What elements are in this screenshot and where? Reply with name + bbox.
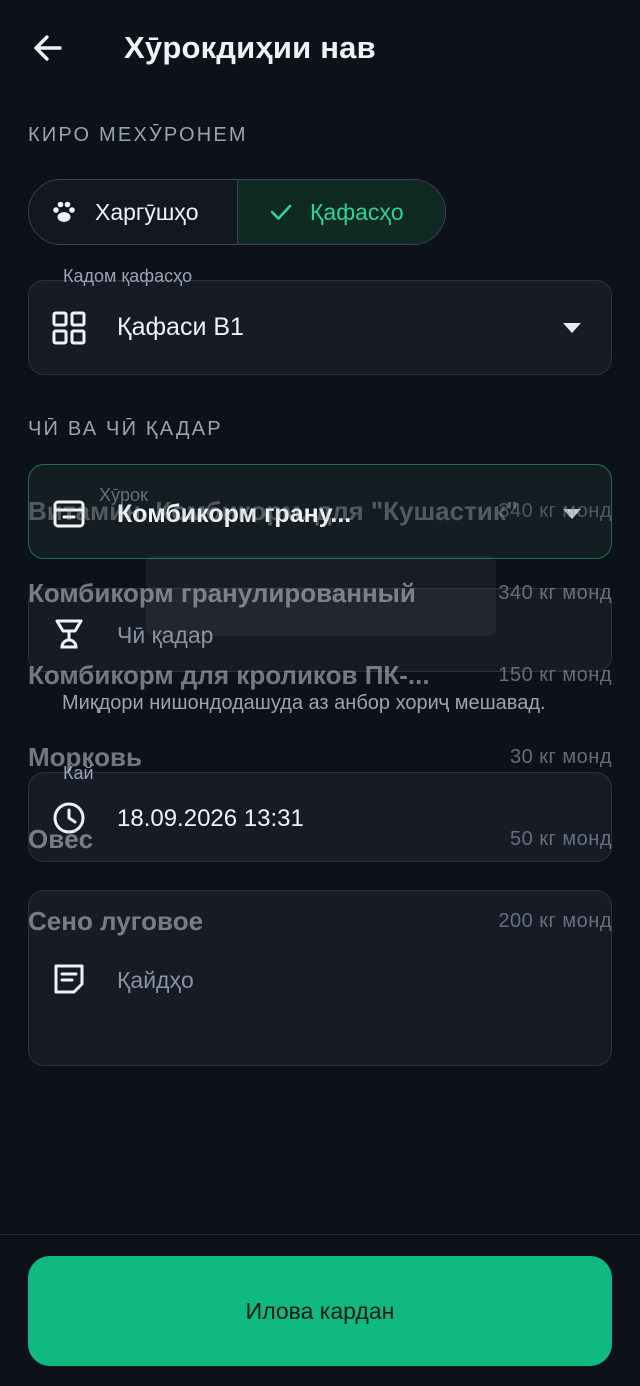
dropdown-item-qty: 30 кг монд [510, 746, 612, 768]
app-header: Хӯрокдиҳии нав [0, 0, 640, 100]
back-button[interactable] [30, 30, 66, 66]
new-feeding-screen: Хӯрокдиҳии нав КИРО МЕХӮРОНЕМ Харгӯшҳо Қ… [0, 0, 640, 1386]
cage-select-value: Қафаси B1 [117, 313, 244, 341]
quantity-placeholder: Чӣ қадар [117, 622, 214, 648]
segment-cages[interactable]: Қафасҳо [237, 180, 445, 244]
section-label-what: ЧӢ ВА ЧӢ ҚАДАР [28, 418, 223, 440]
add-button[interactable]: Илова кардан [28, 1256, 612, 1366]
dropdown-item-behind[interactable]: Витамин. Комбикорм. для "Кушастик" 340 к… [28, 496, 612, 536]
cage-select-label: Кадом қафасҳо [63, 266, 193, 286]
scale-icon [55, 619, 83, 649]
chevron-down-icon [563, 323, 581, 333]
dropdown-item[interactable]: Сено луговое 200 кг монд [28, 906, 612, 946]
grid-icon [52, 311, 86, 345]
dropdown-item-qty: 150 кг монд [498, 664, 612, 686]
segment-rabbits[interactable]: Харгӯшҳо [29, 180, 237, 244]
dropdown-item-name: Овёс [28, 824, 94, 854]
dropdown-item-qty: 200 кг монд [498, 910, 612, 932]
cage-select[interactable]: Кадом қафасҳо Қафаси B1 [28, 266, 612, 375]
dropdown-item-name: Комбикорм для кроликов ПК-... [28, 660, 430, 690]
dropdown-item-qty: 340 кг монд [498, 500, 612, 522]
check-icon [270, 204, 292, 220]
segment-cages-label: Қафасҳо [310, 198, 404, 225]
segment-rabbits-label: Харгӯшҳо [95, 198, 199, 225]
dropdown-item-name: Комбикорм гранулированный [28, 578, 416, 608]
dropdown-item-name: Витамин. Комбикорм. для "Кушастик" [28, 496, 519, 526]
page-title: Хӯрокдиҳии нав [124, 30, 376, 65]
target-segmented-control: Харгӯшҳо Қафасҳо [28, 179, 446, 245]
dropdown-item[interactable]: Морковь 30 кг монд [28, 742, 612, 782]
section-label-animals: КИРО МЕХӮРОНЕМ [28, 124, 248, 146]
arrow-left-icon [34, 35, 62, 61]
paw-icon [53, 201, 75, 222]
dropdown-item[interactable]: Комбикорм гранулированный 340 кг монд [28, 578, 612, 618]
dropdown-item[interactable]: Овёс 50 кг монд [28, 824, 612, 864]
dropdown-item-name: Сено луговое [28, 906, 204, 936]
note-icon [54, 964, 84, 994]
dropdown-item-qty: 340 кг монд [498, 582, 612, 604]
dropdown-item[interactable]: Комбикорм для кроликов ПК-... 150 кг мон… [28, 660, 612, 700]
notes-placeholder: Қайдҳо [117, 967, 194, 993]
dropdown-item-qty: 50 кг монд [510, 828, 612, 850]
dropdown-item-name: Морковь [28, 742, 142, 772]
